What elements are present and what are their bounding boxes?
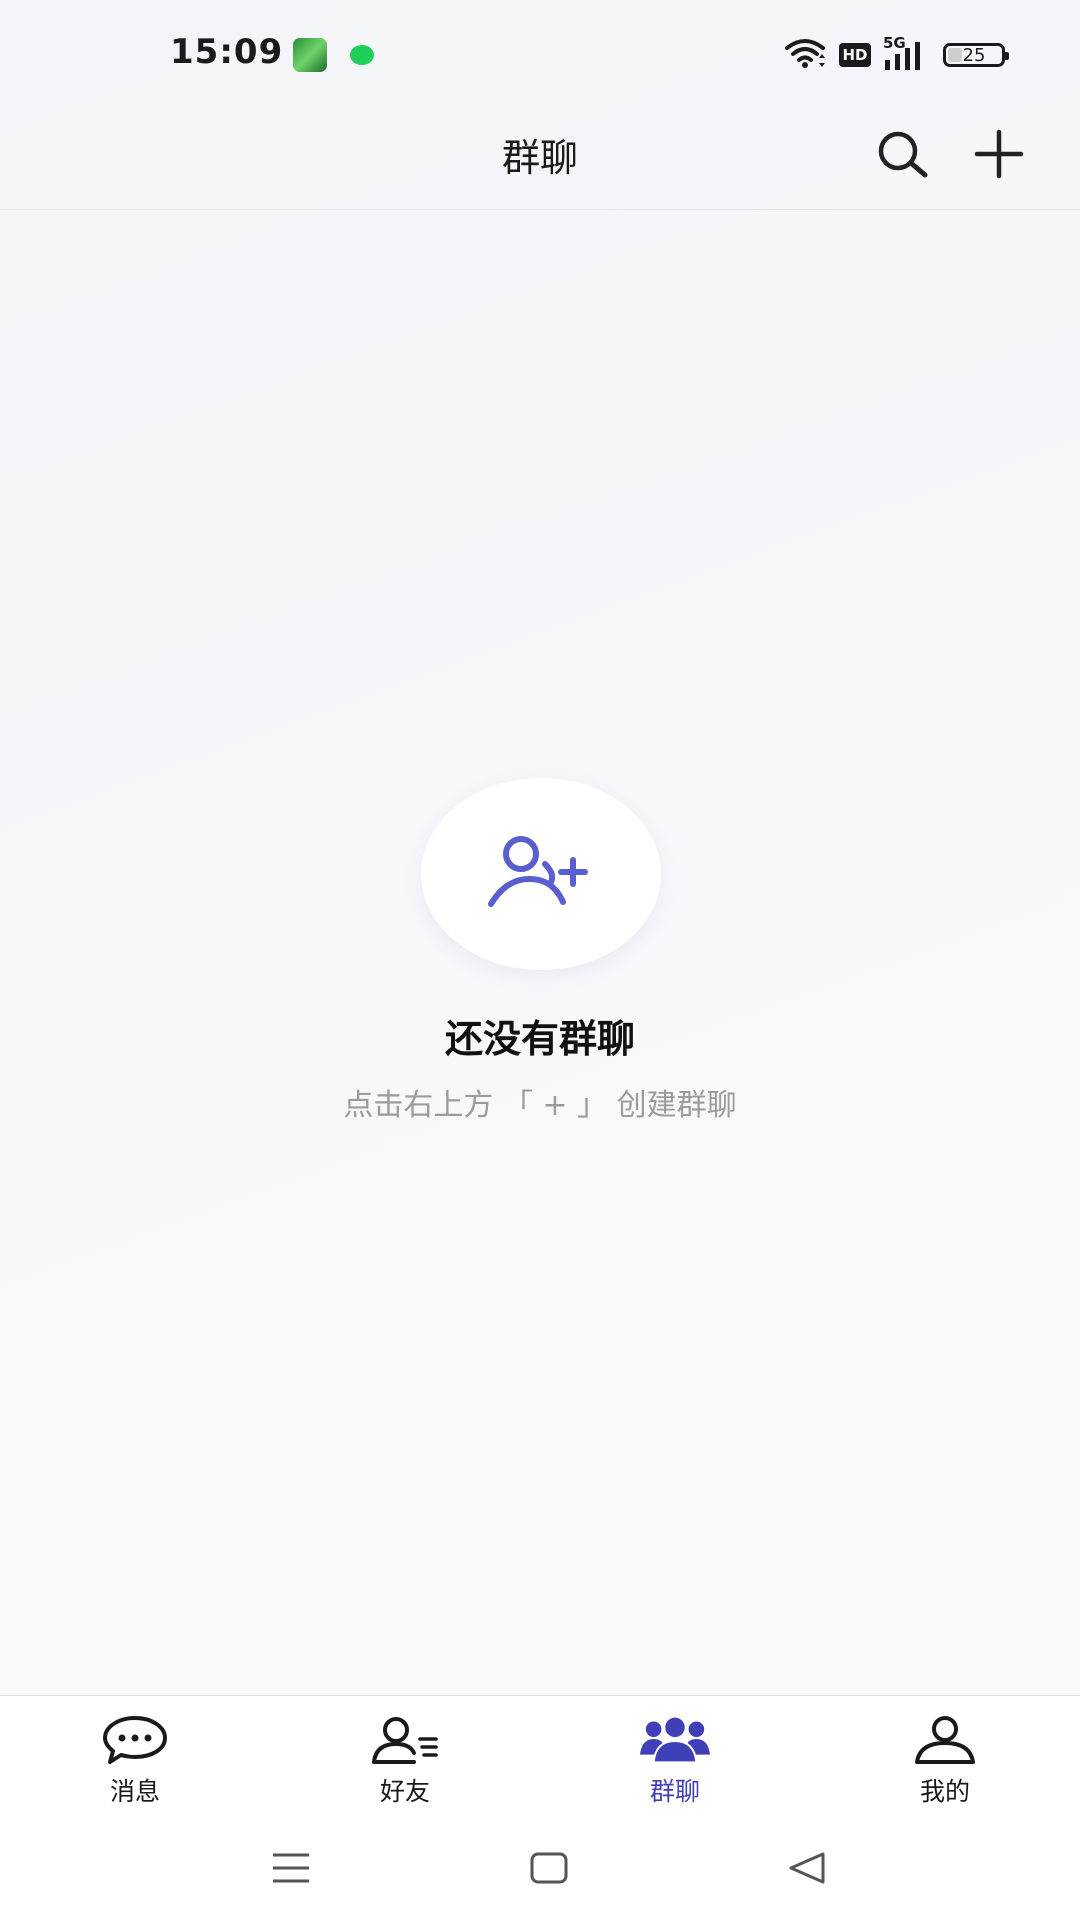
status-time: 15:09 (170, 32, 284, 72)
signal-icon: 5G (883, 34, 931, 72)
app-notification-icon (293, 38, 327, 72)
tab-profile[interactable]: 我的 (810, 1696, 1080, 1821)
friends-list-icon (370, 1714, 440, 1766)
recent-apps-button[interactable] (261, 1842, 321, 1898)
menu-icon (271, 1851, 311, 1889)
empty-state-illustration (421, 778, 661, 970)
tab-label: 好友 (379, 1777, 430, 1806)
battery-level: 25 (962, 44, 986, 66)
plus-icon (973, 128, 1025, 184)
tab-messages[interactable]: 消息 (0, 1696, 270, 1821)
chat-bubble-icon (100, 1714, 170, 1766)
tab-friends[interactable]: 好友 (270, 1696, 540, 1821)
message-notification-icon (350, 45, 374, 65)
status-bar: 15:09 HD 5G 25 (0, 0, 1080, 105)
add-user-icon (485, 834, 597, 914)
back-button[interactable] (777, 1842, 837, 1898)
status-indicators: HD 5G 25 (783, 34, 1009, 74)
app-bar: 群聊 (0, 105, 1080, 210)
hd-badge: HD (839, 43, 871, 67)
empty-state-hint: 点击右上方 「 + 」 创建群聊 (343, 1088, 737, 1123)
home-button[interactable] (519, 1842, 579, 1898)
group-icon (640, 1714, 710, 1766)
search-button[interactable] (870, 123, 936, 189)
home-icon (529, 1851, 569, 1889)
tab-label: 我的 (919, 1777, 970, 1806)
wifi-icon (783, 36, 827, 74)
bottom-tab-bar: 消息 好友 群聊 我的 (0, 1695, 1080, 1821)
profile-icon (910, 1714, 980, 1766)
back-icon (787, 1851, 827, 1889)
tab-label: 消息 (109, 1777, 160, 1806)
battery-icon: 25 (943, 43, 1009, 67)
tab-label: 群聊 (649, 1777, 700, 1806)
tab-group-chat[interactable]: 群聊 (540, 1696, 810, 1821)
search-icon (874, 129, 932, 183)
create-group-button[interactable] (966, 123, 1032, 189)
empty-state-title: 还没有群聊 (444, 1017, 635, 1061)
system-navigation-bar (0, 1820, 1080, 1920)
